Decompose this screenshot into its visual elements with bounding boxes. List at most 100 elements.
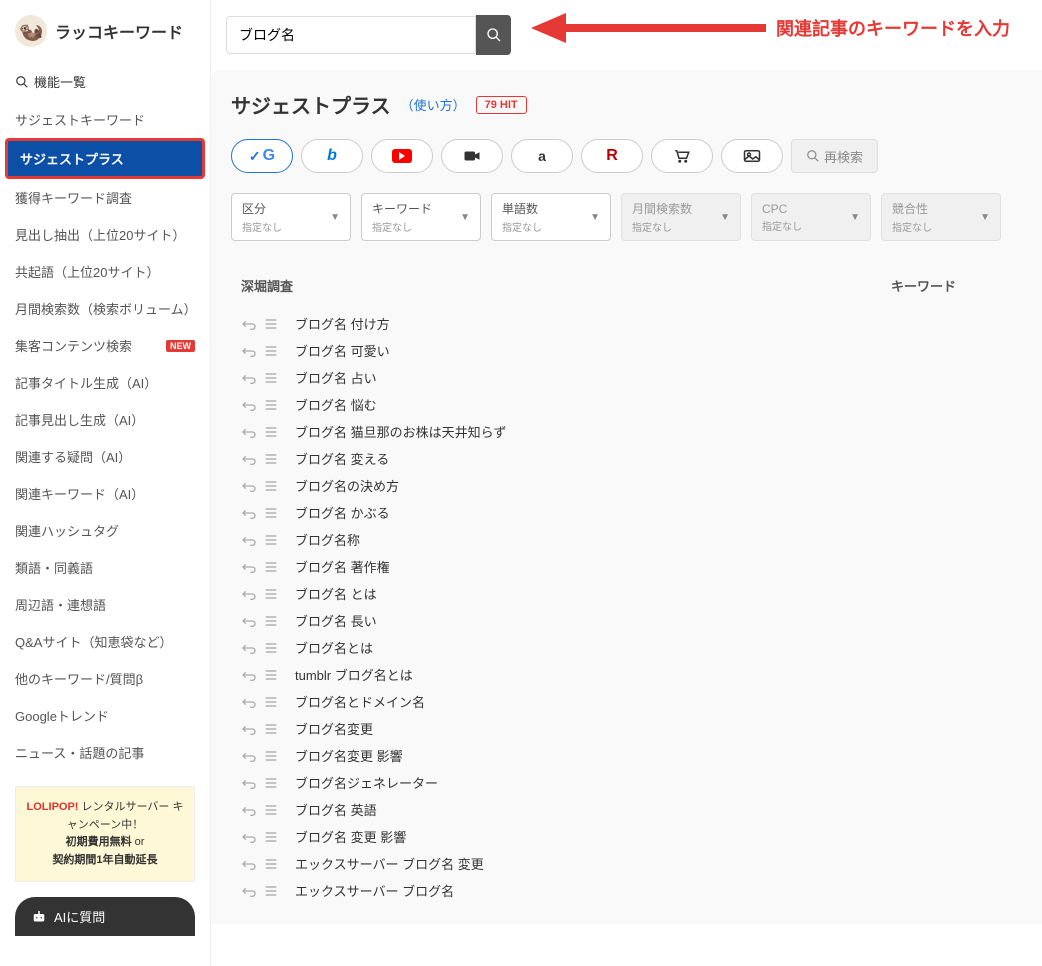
recycle-icon[interactable] [241,721,263,737]
filter-1[interactable]: キーワード指定なし▼ [361,193,481,241]
filter-0[interactable]: 区分指定なし▼ [231,193,351,241]
recycle-icon[interactable] [241,505,263,521]
menu-icon[interactable] [263,343,285,359]
recycle-icon[interactable] [241,586,263,602]
tab-bing[interactable]: b [301,139,363,173]
recycle-icon[interactable] [241,343,263,359]
sidebar-item-8[interactable]: 記事見出し生成（AI） [0,401,210,438]
sidebar-item-17[interactable]: ニュース・話題の記事 [0,734,210,771]
result-keyword[interactable]: ブログ名ジェネレーター [285,773,438,792]
recycle-icon[interactable] [241,370,263,386]
result-keyword[interactable]: エックスサーバー ブログ名 変更 [285,854,484,873]
result-keyword[interactable]: エックスサーバー ブログ名 [285,881,454,900]
result-keyword[interactable]: ブログ名 占い [285,368,377,387]
menu-icon[interactable] [263,775,285,791]
tab-google[interactable]: G [231,139,293,173]
sidebar-item-14[interactable]: Q&Aサイト（知恵袋など） [0,623,210,660]
sidebar-item-9[interactable]: 関連する疑問（AI） [0,438,210,475]
result-keyword[interactable]: ブログ名 長い [285,611,377,630]
result-keyword[interactable]: ブログ名とは [285,638,373,657]
ai-question-button[interactable]: AIに質問 [15,897,195,936]
logo[interactable]: 🦦 ラッコキーワード [0,15,210,62]
menu-icon[interactable] [263,424,285,440]
recycle-icon[interactable] [241,451,263,467]
recycle-icon[interactable] [241,424,263,440]
sidebar-item-16[interactable]: Googleトレンド [0,697,210,734]
menu-icon[interactable] [263,829,285,845]
search-input[interactable] [226,16,476,54]
recycle-icon[interactable] [241,397,263,413]
tab-youtube[interactable] [371,139,433,173]
menu-icon[interactable] [263,532,285,548]
menu-icon[interactable] [263,856,285,872]
result-keyword[interactable]: ブログ名変更 影響 [285,746,403,765]
ad-banner[interactable]: LOLIPOP! レンタルサーバー キャンペーン中！ 初期費用無料 or 契約期… [15,786,195,882]
sidebar-item-12[interactable]: 類語・同義語 [0,549,210,586]
tab-shopping[interactable] [651,139,713,173]
menu-icon[interactable] [263,802,285,818]
menu-icon[interactable] [263,316,285,332]
result-keyword[interactable]: tumblr ブログ名とは [285,665,413,684]
recycle-icon[interactable] [241,694,263,710]
menu-icon[interactable] [263,640,285,656]
result-keyword[interactable]: ブログ名 可愛い [285,341,390,360]
menu-icon[interactable] [263,505,285,521]
research-button[interactable]: 再検索 [791,139,878,173]
sidebar-item-5[interactable]: 月間検索数（検索ボリューム） [0,290,210,327]
menu-icon[interactable] [263,370,285,386]
result-keyword[interactable]: ブログ名 猫旦那のお株は天井知らず [285,422,506,441]
menu-icon[interactable] [263,586,285,602]
result-keyword[interactable]: ブログ名 付け方 [285,314,390,333]
menu-icon[interactable] [263,748,285,764]
sidebar-item-6[interactable]: 集客コンテンツ検索NEW [0,327,210,364]
result-keyword[interactable]: ブログ名変更 [285,719,373,738]
search-button[interactable] [476,15,511,55]
result-keyword[interactable]: ブログ名 悩む [285,395,377,414]
sidebar-item-4[interactable]: 共起語（上位20サイト） [0,253,210,290]
recycle-icon[interactable] [241,775,263,791]
recycle-icon[interactable] [241,748,263,764]
result-keyword[interactable]: ブログ名の決め方 [285,476,399,495]
recycle-icon[interactable] [241,667,263,683]
result-keyword[interactable]: ブログ名 かぶる [285,503,390,522]
tab-amazon[interactable]: a [511,139,573,173]
recycle-icon[interactable] [241,478,263,494]
menu-icon[interactable] [263,694,285,710]
recycle-icon[interactable] [241,640,263,656]
result-keyword[interactable]: ブログ名称 [285,530,360,549]
sidebar-item-1[interactable]: サジェストプラス [5,138,205,179]
tab-video[interactable] [441,139,503,173]
usage-link[interactable]: （使い方） [401,95,466,114]
menu-icon[interactable] [263,478,285,494]
sidebar-item-0[interactable]: サジェストキーワード [0,101,210,138]
sidebar-item-15[interactable]: 他のキーワード/質問β [0,660,210,697]
recycle-icon[interactable] [241,883,263,899]
result-keyword[interactable]: ブログ名 英語 [285,800,377,819]
sidebar-item-10[interactable]: 関連キーワード（AI） [0,475,210,512]
sidebar-item-2[interactable]: 獲得キーワード調査 [0,179,210,216]
menu-icon[interactable] [263,397,285,413]
recycle-icon[interactable] [241,613,263,629]
result-keyword[interactable]: ブログ名とドメイン名 [285,692,425,711]
result-keyword[interactable]: ブログ名 とは [285,584,377,603]
recycle-icon[interactable] [241,829,263,845]
sidebar-item-11[interactable]: 関連ハッシュタグ [0,512,210,549]
menu-icon[interactable] [263,667,285,683]
sidebar-item-13[interactable]: 周辺語・連想語 [0,586,210,623]
recycle-icon[interactable] [241,559,263,575]
menu-icon[interactable] [263,721,285,737]
sidebar-item-3[interactable]: 見出し抽出（上位20サイト） [0,216,210,253]
recycle-icon[interactable] [241,856,263,872]
filter-2[interactable]: 単語数指定なし▼ [491,193,611,241]
result-keyword[interactable]: ブログ名 著作権 [285,557,390,576]
menu-icon[interactable] [263,613,285,629]
menu-icon[interactable] [263,451,285,467]
recycle-icon[interactable] [241,316,263,332]
result-keyword[interactable]: ブログ名 変える [285,449,389,468]
sidebar-item-7[interactable]: 記事タイトル生成（AI） [0,364,210,401]
recycle-icon[interactable] [241,532,263,548]
menu-icon[interactable] [263,883,285,899]
menu-icon[interactable] [263,559,285,575]
recycle-icon[interactable] [241,802,263,818]
result-keyword[interactable]: ブログ名 変更 影響 [285,827,406,846]
